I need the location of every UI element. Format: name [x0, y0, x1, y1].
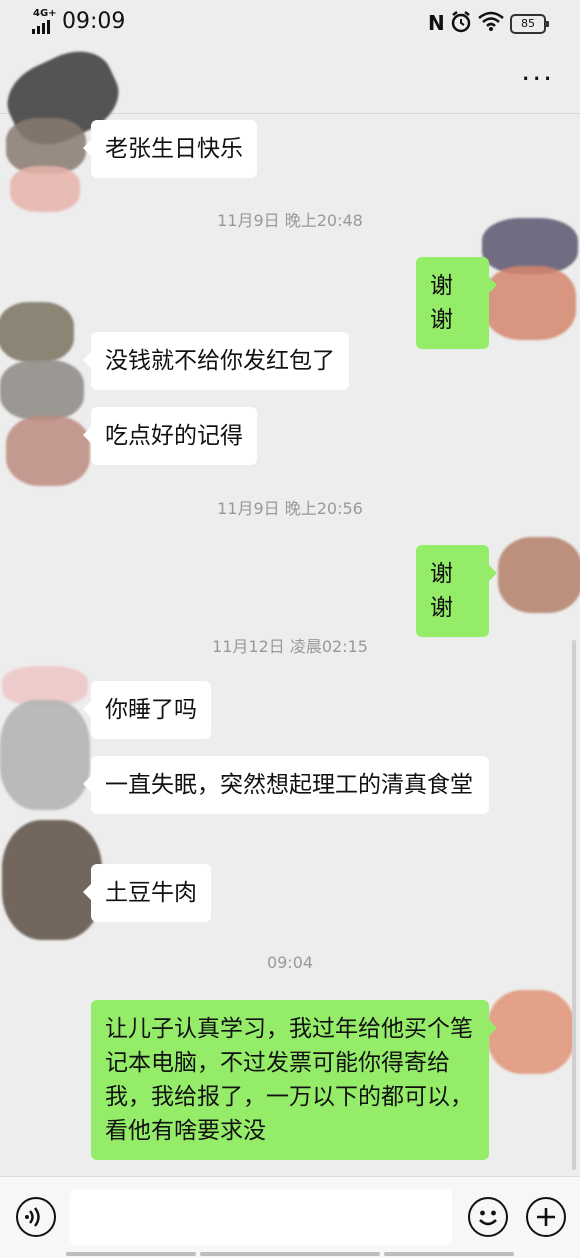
scrollbar[interactable]	[572, 640, 576, 1170]
message-bubble[interactable]: 没钱就不给你发红包了	[83, 332, 349, 390]
avatar[interactable]	[0, 38, 130, 212]
alarm-icon	[450, 10, 472, 39]
message-bubble[interactable]: 你睡了吗	[83, 681, 211, 739]
message-timestamp: 11月9日 晚上20:56	[217, 499, 363, 518]
status-time: 09:09	[62, 9, 126, 34]
wifi-icon	[478, 10, 504, 37]
network-type: 4G+	[33, 8, 57, 19]
avatar[interactable]	[0, 666, 102, 940]
message-bubble[interactable]: 老张生日快乐	[83, 120, 257, 178]
avatar[interactable]	[482, 218, 578, 340]
battery-icon: 85	[510, 14, 549, 34]
message-bubble[interactable]: 土豆牛肉	[83, 864, 211, 922]
message-bubble[interactable]: 让儿子认真学习，我过年给他买个笔记本电脑，不过发票可能你得寄给我，我给报了，一万…	[91, 1000, 497, 1160]
nfc-icon: N	[428, 11, 445, 35]
avatar[interactable]	[498, 537, 580, 613]
message-input[interactable]	[70, 1189, 452, 1245]
message-bubble[interactable]: 谢谢	[416, 545, 497, 637]
message-timestamp: 09:04	[266, 953, 314, 972]
avatar[interactable]	[0, 302, 90, 486]
plus-icon[interactable]	[526, 1197, 566, 1237]
message-bubble[interactable]: 吃点好的记得	[83, 407, 257, 465]
home-indicator	[200, 1252, 380, 1256]
message-timestamp: 11月12日 凌晨02:15	[212, 637, 368, 656]
avatar[interactable]	[488, 990, 574, 1074]
home-indicator	[384, 1252, 514, 1256]
home-indicator	[66, 1252, 196, 1256]
input-bar	[0, 1176, 580, 1258]
emoji-icon[interactable]	[468, 1197, 508, 1237]
more-options-button[interactable]: ···	[521, 62, 554, 95]
message-bubble[interactable]: 谢谢	[416, 257, 497, 349]
voice-icon[interactable]	[16, 1197, 56, 1237]
message-timestamp: 11月9日 晚上20:48	[217, 211, 363, 230]
status-bar: 4G+ 09:09 N 85	[0, 0, 580, 46]
message-bubble[interactable]: 一直失眠，突然想起理工的清真食堂	[83, 756, 489, 814]
